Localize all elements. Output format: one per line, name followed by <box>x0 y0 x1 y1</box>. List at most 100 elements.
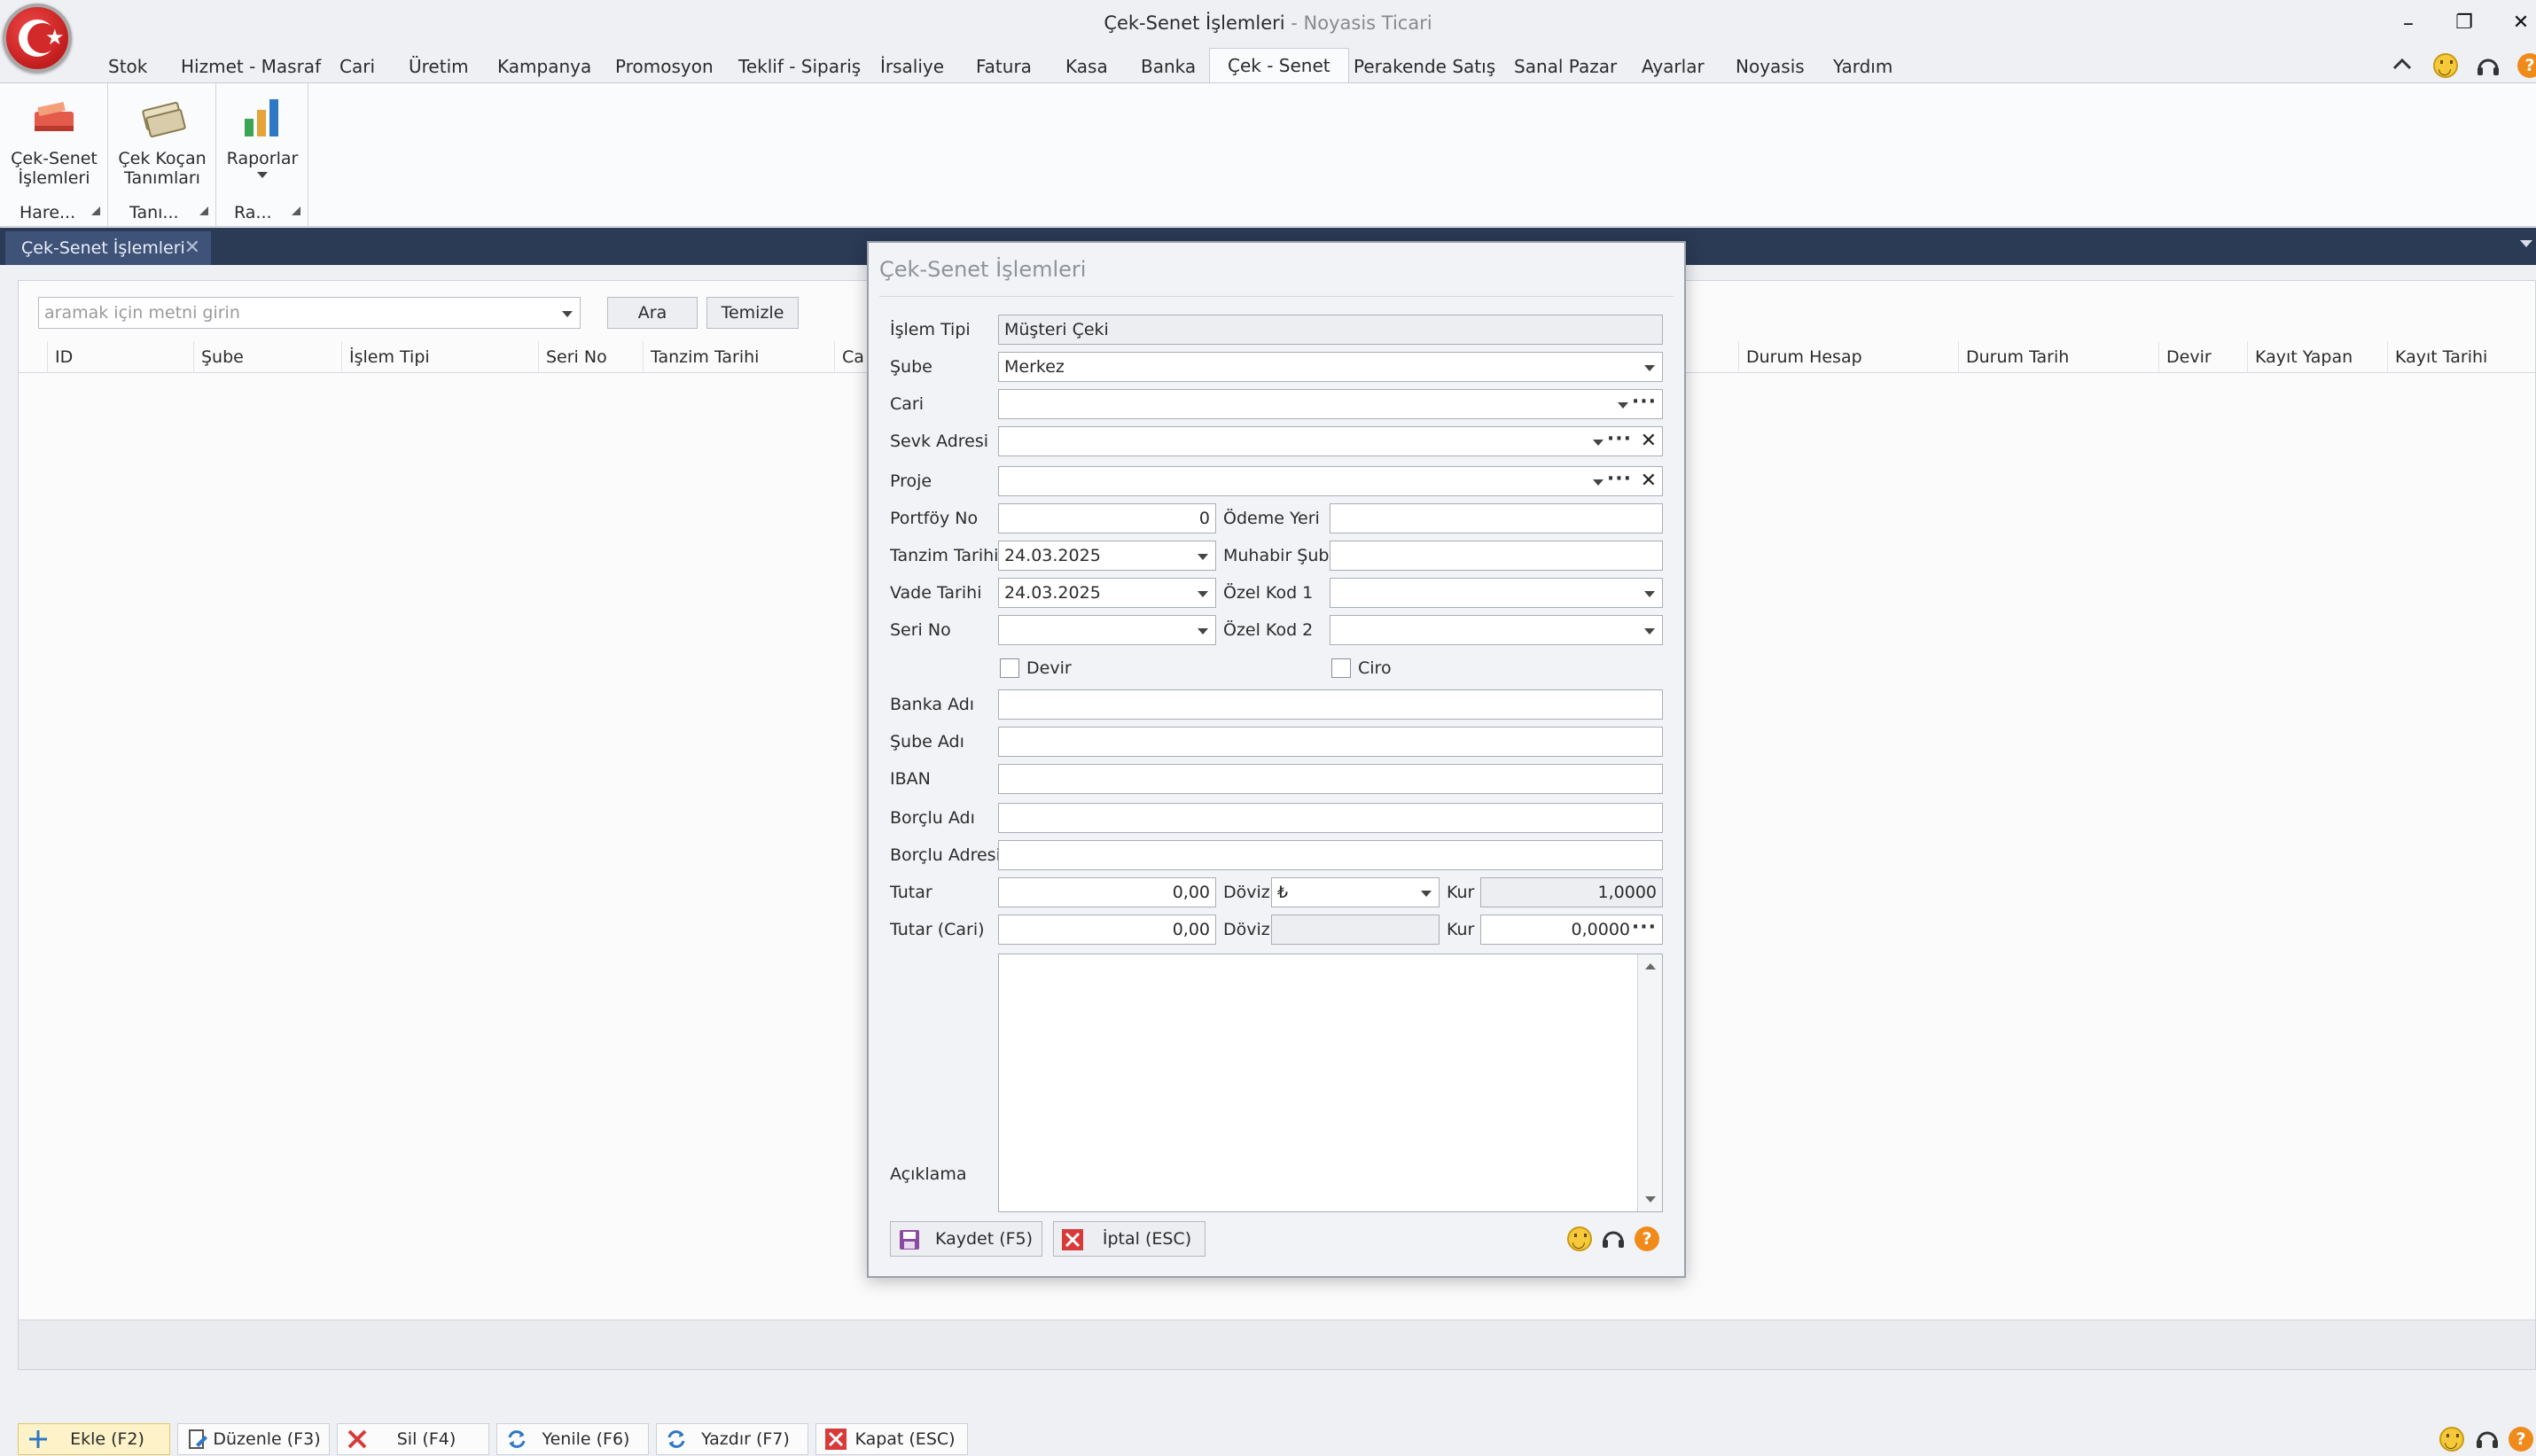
tab-irsaliye[interactable]: İrsaliye <box>880 50 944 83</box>
tab-ayarlar[interactable]: Ayarlar <box>1642 50 1705 83</box>
scroll-up-icon[interactable] <box>1645 963 1656 969</box>
cek-senet-islemleri-button[interactable]: Çek-Senet İşlemleri <box>5 92 103 188</box>
delete-button[interactable]: Sil (F4) <box>337 1423 489 1455</box>
borclu-adresi-input[interactable] <box>998 840 1663 870</box>
minimize-button[interactable]: – <box>2388 7 2429 39</box>
chevron-down-icon[interactable] <box>1198 591 1208 597</box>
tab-cek-senet[interactable]: Çek - Senet <box>1209 48 1349 83</box>
sube-adi-input[interactable] <box>998 727 1663 757</box>
feedback-smiley-icon[interactable] <box>2439 1427 2464 1455</box>
tab-hizmet-masraf[interactable]: Hizmet - Masraf <box>181 50 321 83</box>
sube-select[interactable]: Merkez <box>998 352 1663 382</box>
cari-lookup[interactable]: ··· <box>998 389 1663 419</box>
feedback-smiley-icon[interactable] <box>1567 1226 1592 1255</box>
ozel-kod-2-select[interactable] <box>1330 615 1663 645</box>
ellipsis-icon[interactable]: ··· <box>1607 467 1632 494</box>
column-header-kayit-yapan[interactable]: Kayıt Yapan <box>2247 341 2387 373</box>
raporlar-button[interactable]: Raporlar <box>220 92 305 178</box>
cek-kocan-tanimlari-button[interactable]: Çek Koçan Tanımları <box>113 92 211 188</box>
save-button[interactable]: Kaydet (F5) <box>890 1221 1042 1257</box>
sevk-adresi-lookup[interactable]: ··· ✕ <box>998 426 1663 456</box>
tab-uretim[interactable]: Üretim <box>409 50 469 83</box>
borclu-adi-input[interactable] <box>998 803 1663 833</box>
column-header-kayit-tarihi[interactable]: Kayıt Tarihi <box>2387 341 2534 373</box>
close-form-button[interactable]: Kapat (ESC) <box>815 1423 968 1455</box>
tab-sanal-pazar[interactable]: Sanal Pazar <box>1514 50 1617 83</box>
aciklama-scrollbar[interactable] <box>1637 954 1662 1211</box>
proje-lookup[interactable]: ··· ✕ <box>998 466 1663 496</box>
column-header-durum-tarih[interactable]: Durum Tarih <box>1958 341 2158 373</box>
ozel-kod-1-select[interactable] <box>1330 578 1663 608</box>
refresh-button[interactable]: Yenile (F6) <box>496 1423 649 1455</box>
column-header-sube[interactable]: Şube <box>193 341 341 373</box>
print-button[interactable]: Yazdır (F7) <box>656 1423 808 1455</box>
tab-yardim[interactable]: Yardım <box>1833 50 1892 83</box>
tab-strip-dropdown-icon[interactable] <box>2520 240 2532 247</box>
chevron-down-icon[interactable] <box>1644 365 1655 371</box>
tab-cari[interactable]: Cari <box>339 50 375 83</box>
banka-adi-input[interactable] <box>998 689 1663 720</box>
chevron-down-icon[interactable] <box>1198 554 1208 560</box>
app-logo-icon[interactable]: ★ <box>3 4 72 73</box>
support-headset-icon[interactable] <box>2475 1427 2500 1452</box>
chevron-down-icon[interactable] <box>1644 628 1655 635</box>
tab-teklif-siparis[interactable]: Teklif - Sipariş <box>738 50 861 83</box>
chevron-down-icon[interactable] <box>1644 591 1655 597</box>
edit-button[interactable]: Düzenle (F3) <box>177 1423 330 1455</box>
odeme-yeri-input[interactable] <box>1330 503 1663 533</box>
search-input[interactable]: aramak için metni girin <box>38 297 581 329</box>
clear-x-icon[interactable]: ✕ <box>1641 427 1657 455</box>
column-header-tanzim-tarihi[interactable]: Tanzim Tarihi <box>643 341 834 373</box>
column-header-devir[interactable]: Devir <box>2158 341 2247 373</box>
chevron-down-icon[interactable] <box>1618 402 1628 409</box>
search-dropdown-icon[interactable] <box>562 311 573 317</box>
tab-fatura[interactable]: Fatura <box>976 50 1032 83</box>
column-header-id[interactable]: ID <box>47 341 193 373</box>
vade-tarihi-date[interactable]: 24.03.2025 <box>998 578 1216 608</box>
tanzim-tarihi-date[interactable]: 24.03.2025 <box>998 541 1216 571</box>
column-header-seri-no[interactable]: Seri No <box>538 341 643 373</box>
cancel-button[interactable]: İptal (ESC) <box>1053 1221 1206 1257</box>
help-icon[interactable]: ? <box>2517 53 2536 78</box>
tab-stok[interactable]: Stok <box>108 50 147 83</box>
column-header-islem-tipi[interactable]: İşlem Tipi <box>341 341 538 373</box>
chevron-down-icon[interactable] <box>1593 440 1604 446</box>
support-headset-icon[interactable] <box>2475 53 2501 80</box>
portfoy-no-input[interactable]: 0 <box>998 503 1216 533</box>
doviz-select[interactable]: ₺ <box>1271 877 1440 907</box>
ellipsis-icon[interactable]: ··· <box>1607 427 1632 454</box>
muhabir-sube-input[interactable] <box>1330 541 1663 571</box>
iban-input[interactable] <box>998 764 1663 794</box>
tutar-input[interactable]: 0,00 <box>998 877 1216 907</box>
chevron-down-icon[interactable] <box>1198 628 1208 635</box>
ellipsis-icon[interactable]: ··· <box>1632 390 1657 417</box>
help-icon[interactable]: ? <box>2509 1427 2533 1452</box>
group-launcher-icon[interactable] <box>199 206 208 215</box>
clear-x-icon[interactable]: ✕ <box>1641 467 1657 495</box>
restore-button[interactable]: ❐ <box>2444 7 2485 39</box>
doc-tab-cek-senet-islemleri[interactable]: Çek-Senet İşlemleri ✕ <box>5 231 211 265</box>
seri-no-select[interactable] <box>998 615 1216 645</box>
support-headset-icon[interactable] <box>1601 1226 1626 1251</box>
aciklama-textarea[interactable] <box>998 954 1663 1212</box>
collapse-ribbon-icon[interactable] <box>2392 55 2413 73</box>
tab-noyasis[interactable]: Noyasis <box>1736 50 1805 83</box>
clear-button[interactable]: Temizle <box>706 297 799 329</box>
tab-perakende-satis[interactable]: Perakende Satış <box>1354 50 1495 83</box>
tab-kasa[interactable]: Kasa <box>1065 50 1108 83</box>
tab-banka[interactable]: Banka <box>1141 50 1196 83</box>
tutar-cari-input[interactable]: 0,00 <box>998 915 1216 945</box>
group-launcher-icon[interactable] <box>91 206 100 215</box>
chevron-down-icon[interactable] <box>1421 891 1432 897</box>
tab-promosyon[interactable]: Promosyon <box>615 50 714 83</box>
kur-cari-input[interactable]: 0,0000 ··· <box>1480 915 1663 945</box>
close-button[interactable]: ✕ <box>2501 7 2536 39</box>
column-header-cari[interactable]: Ca <box>834 341 870 373</box>
group-launcher-icon[interactable] <box>292 206 300 215</box>
help-icon[interactable]: ? <box>1635 1226 1659 1251</box>
search-button[interactable]: Ara <box>607 297 698 329</box>
tab-kampanya[interactable]: Kampanya <box>497 50 591 83</box>
feedback-smiley-icon[interactable] <box>2433 53 2458 82</box>
devir-checkbox[interactable] <box>1000 658 1019 678</box>
column-header-durum-hesap[interactable]: Durum Hesap <box>1738 341 1958 373</box>
